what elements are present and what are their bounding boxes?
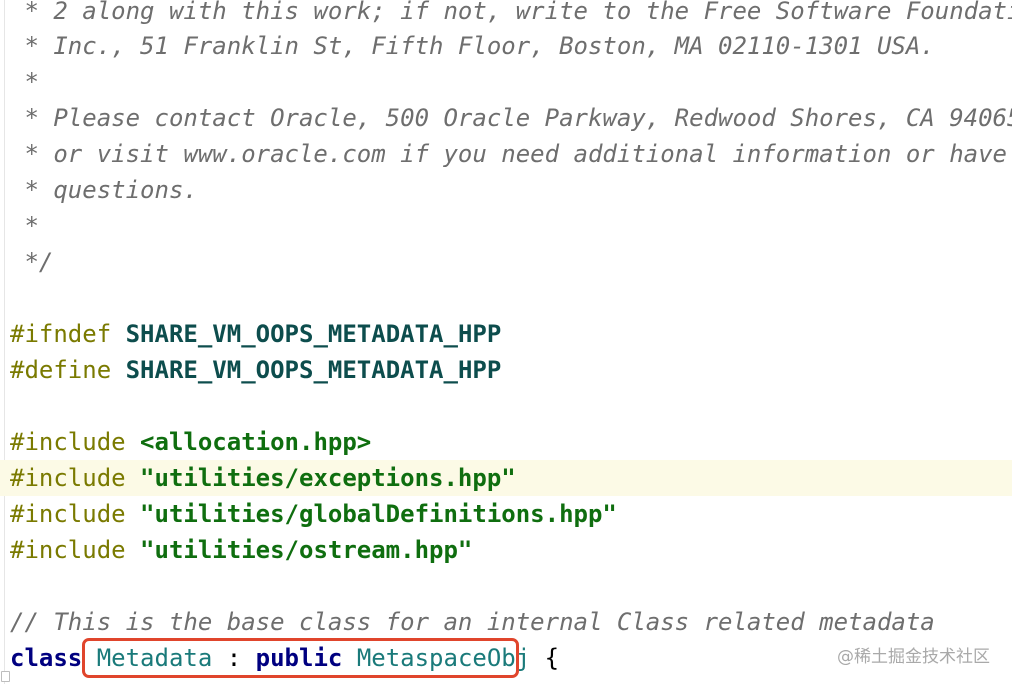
watermark-text: @稀土掘金技术社区	[837, 647, 990, 667]
include-path: <allocation.hpp>	[140, 428, 372, 456]
class-keyword: class	[10, 644, 83, 672]
include-statement: #include "utilities/exceptions.hpp"	[10, 460, 516, 496]
colon: :	[212, 644, 256, 672]
define-statement: #define SHARE_VM_OOPS_METADATA_HPP	[10, 352, 501, 388]
code-line-5[interactable]: * or visit www.oracle.com if you need ad…	[0, 136, 1012, 172]
include-statement: #include "utilities/ostream.hpp"	[10, 532, 472, 568]
include-path: "utilities/exceptions.hpp"	[140, 464, 516, 492]
code-line-include-1[interactable]: #include <allocation.hpp>	[0, 424, 1012, 460]
license-comment-text: *	[10, 212, 39, 240]
code-line-include-4[interactable]: #include "utilities/ostream.hpp"	[0, 532, 1012, 568]
code-line-1[interactable]: * 2 along with this work; if not, write …	[0, 0, 1012, 29]
code-line-class-comment[interactable]: // This is the base class for an interna…	[0, 604, 1012, 640]
ifndef-macro: SHARE_VM_OOPS_METADATA_HPP	[125, 320, 502, 348]
code-line-6[interactable]: * questions.	[0, 172, 1012, 208]
license-comment-text: * Inc., 51 Franklin St, Fifth Floor, Bos…	[10, 32, 935, 60]
include-path: "utilities/ostream.hpp"	[140, 536, 473, 564]
code-editor[interactable]: * 2 along with this work; if not, write …	[0, 0, 1012, 684]
code-line-define[interactable]: #define SHARE_VM_OOPS_METADATA_HPP	[0, 352, 1012, 388]
public-keyword: public	[255, 644, 343, 672]
include-keyword: #include	[10, 464, 126, 492]
open-brace: {	[530, 644, 560, 672]
license-comment-text: *	[10, 68, 39, 96]
code-line-ifndef[interactable]: #ifndef SHARE_VM_OOPS_METADATA_HPP	[0, 316, 1012, 352]
class-name: Metadata	[96, 644, 213, 672]
define-macro: SHARE_VM_OOPS_METADATA_HPP	[125, 356, 502, 384]
include-statement: #include "utilities/globalDefinitions.hp…	[10, 496, 617, 532]
include-keyword: #include	[10, 536, 126, 564]
include-keyword: #include	[10, 428, 126, 456]
class-description-comment: // This is the base class for an interna…	[10, 608, 935, 636]
define-keyword: #define	[10, 356, 112, 384]
code-line-include-2-current[interactable]: #include "utilities/exceptions.hpp"	[0, 460, 1012, 496]
code-line-7[interactable]: *	[0, 208, 1012, 244]
include-statement: #include <allocation.hpp>	[10, 424, 371, 460]
license-comment-end: */	[10, 248, 54, 276]
include-keyword: #include	[10, 500, 126, 528]
class-declaration: class Metadata : public MetaspaceObj {	[10, 640, 559, 676]
code-line-include-3[interactable]: #include "utilities/globalDefinitions.hp…	[0, 496, 1012, 532]
ifndef-statement: #ifndef SHARE_VM_OOPS_METADATA_HPP	[10, 316, 501, 352]
fold-toggle-icon[interactable]	[1, 671, 10, 682]
code-line-4[interactable]: * Please contact Oracle, 500 Oracle Park…	[0, 100, 1012, 136]
code-line-2[interactable]: * Inc., 51 Franklin St, Fifth Floor, Bos…	[0, 28, 1012, 64]
license-comment-text: * or visit www.oracle.com if you need ad…	[10, 140, 1012, 168]
license-comment-text: * Please contact Oracle, 500 Oracle Park…	[10, 104, 1012, 132]
code-line-8[interactable]: */	[0, 244, 1012, 280]
license-comment-text: * questions.	[10, 176, 198, 204]
code-line-3[interactable]: *	[0, 64, 1012, 100]
base-class-name: MetaspaceObj	[356, 644, 531, 672]
license-comment-text: * 2 along with this work; if not, write …	[10, 0, 1012, 25]
include-path: "utilities/globalDefinitions.hpp"	[140, 500, 617, 528]
ifndef-keyword: #ifndef	[10, 320, 112, 348]
